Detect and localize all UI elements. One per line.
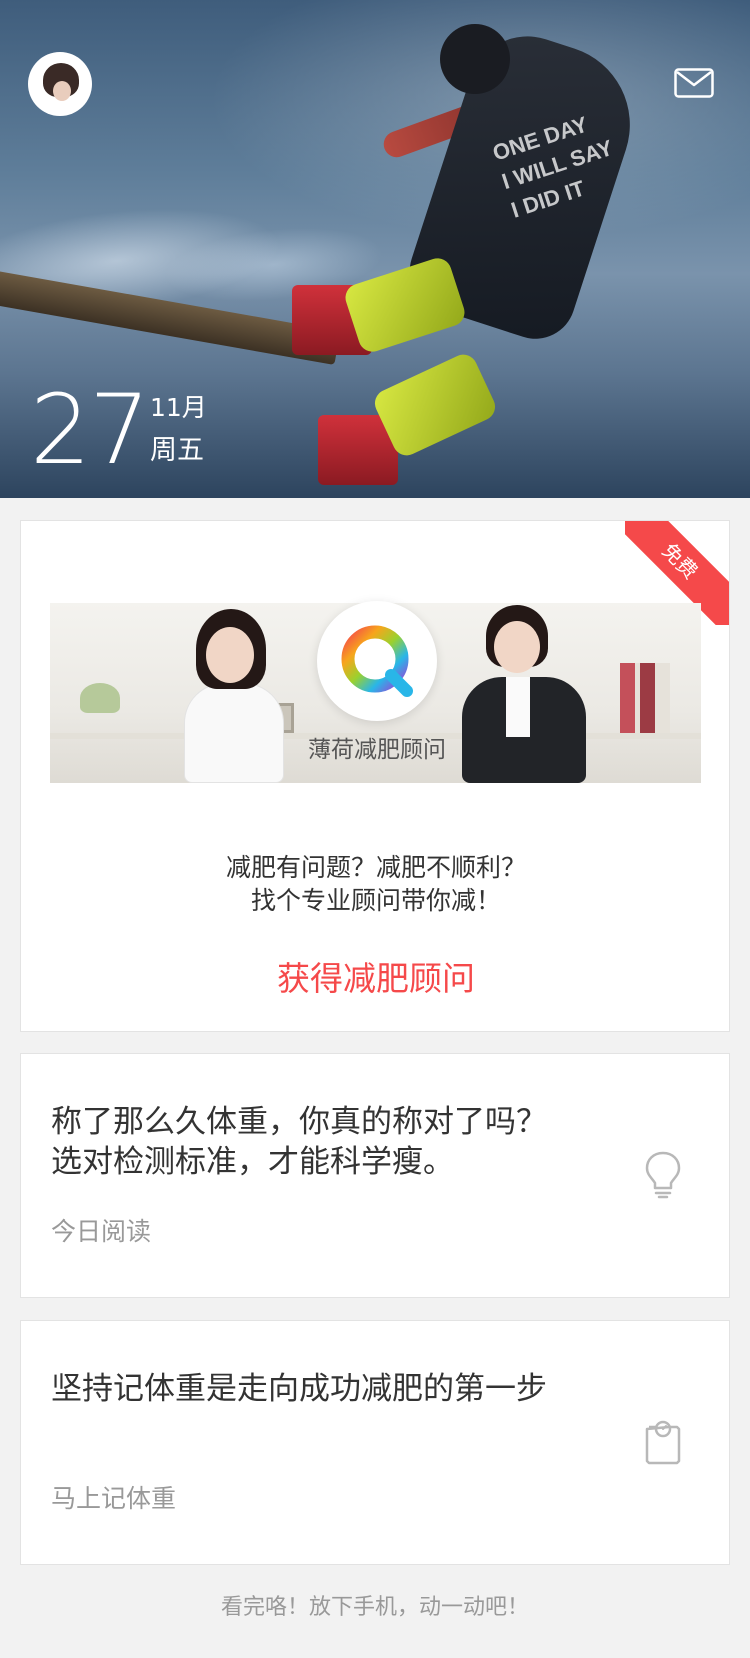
plant-decor xyxy=(80,683,120,713)
user-avatar[interactable] xyxy=(28,52,92,116)
avatar-face xyxy=(53,81,71,101)
weight-tip-title: 坚持记体重是走向成功减肥的第一步 xyxy=(51,1371,547,1407)
advisor-description-line2: 找个专业顾问带你减！ xyxy=(250,886,501,915)
record-weight-card[interactable]: 坚持记体重是走向成功减肥的第一步 马上记体重 xyxy=(20,1320,730,1565)
scale-icon xyxy=(645,1420,681,1465)
article-category: 今日阅读 xyxy=(51,1217,152,1246)
date-day: 27 xyxy=(30,374,150,486)
books-decor xyxy=(620,663,670,733)
advisor-logo-icon xyxy=(317,601,437,721)
get-advisor-button[interactable]: 获得减肥顾问 xyxy=(21,957,729,1001)
footer-note: 看完咯！放下手机，动一动吧！ xyxy=(220,1595,529,1620)
rider-head xyxy=(440,24,510,94)
lightbulb-icon xyxy=(645,1151,681,1199)
advisor-card[interactable]: 免费 薄荷减肥顾问 减肥有问题？减肥不顺利？ 找个专业顾问带你减！ 获得减肥顾问 xyxy=(20,520,730,1032)
hero-banner: ONE DAY I WILL SAY I DID IT 27 11月 周五 xyxy=(0,0,750,498)
date-month: 11月 xyxy=(150,393,207,422)
article-title: 称了那么久体重，你真的称对了吗？选对检测标准，才能科学瘦。 xyxy=(51,1104,547,1180)
date-weekday: 周五 xyxy=(150,435,204,466)
daily-reading-card[interactable]: 称了那么久体重，你真的称对了吗？选对检测标准，才能科学瘦。 今日阅读 xyxy=(20,1053,730,1298)
advisor-description-line1: 减肥有问题？减肥不顺利？ xyxy=(225,853,526,882)
advisor-logo-caption: 薄荷减肥顾问 xyxy=(308,737,446,763)
mail-icon[interactable] xyxy=(674,68,714,98)
advisor-description: 减肥有问题？减肥不顺利？ 找个专业顾问带你减！ xyxy=(21,851,729,917)
record-weight-link[interactable]: 马上记体重 xyxy=(51,1483,176,1515)
